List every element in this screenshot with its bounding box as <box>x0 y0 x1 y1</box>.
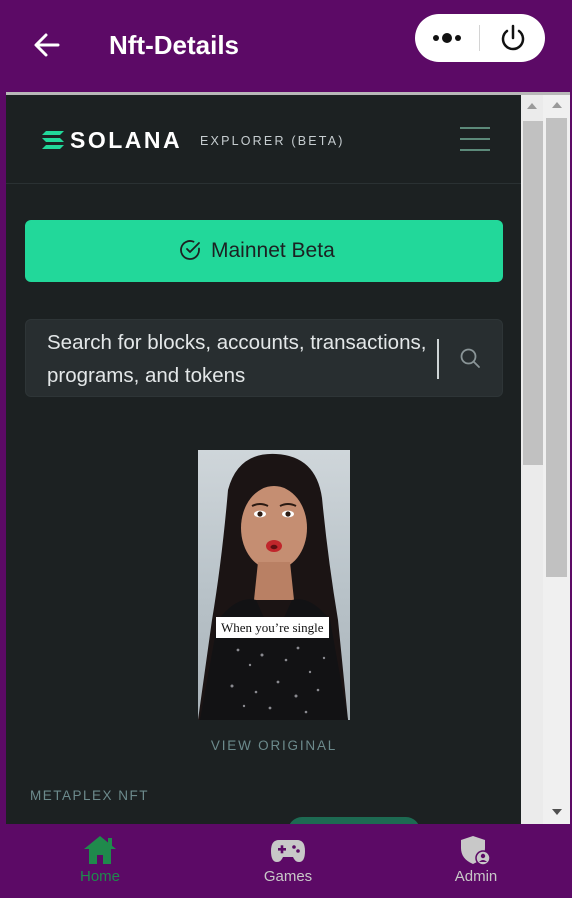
more-dots-icon <box>433 33 461 43</box>
scroll-up-arrow-icon[interactable] <box>527 103 537 109</box>
view-original-link[interactable]: VIEW ORIGINAL <box>6 738 542 753</box>
home-icon <box>84 836 116 864</box>
nft-portrait-illustration <box>198 450 350 720</box>
tab-games-label: Games <box>263 868 313 885</box>
search-input[interactable]: Search for blocks, accounts, transaction… <box>47 326 432 388</box>
bottom-tab-bar: Home Games Admin <box>0 824 572 898</box>
power-icon <box>501 24 525 51</box>
nft-image[interactable] <box>198 450 350 720</box>
page-title: Nft-Details <box>109 30 240 60</box>
tab-home[interactable]: Home <box>5 824 195 898</box>
cluster-label: Mainnet Beta <box>211 239 335 262</box>
solana-logo-icon <box>42 131 64 149</box>
inner-scrollbar[interactable] <box>521 95 543 824</box>
tab-admin[interactable]: Admin <box>381 824 571 898</box>
nft-caption: When you’re single <box>216 617 329 638</box>
search-icon[interactable] <box>459 347 481 369</box>
webview-content: SOLANA EXPLORER (BETA) Mainnet Beta Sear… <box>6 92 570 824</box>
power-button[interactable] <box>495 24 531 52</box>
hamburger-icon <box>460 138 490 140</box>
scroll-up-arrow-icon[interactable] <box>552 102 562 108</box>
scroll-down-arrow-icon[interactable] <box>552 809 562 815</box>
tab-home-label: Home <box>79 868 120 885</box>
gamepad-icon <box>271 840 305 862</box>
check-circle-icon <box>180 240 200 260</box>
capsule-menu <box>415 14 545 62</box>
back-button[interactable] <box>30 28 64 62</box>
search-cursor-divider <box>437 339 439 379</box>
solana-wordmark[interactable]: SOLANA <box>70 127 182 153</box>
more-button[interactable] <box>429 24 469 52</box>
explorer-beta-label: EXPLORER (BETA) <box>200 134 345 148</box>
capsule-divider <box>479 25 480 51</box>
hamburger-icon <box>460 149 490 151</box>
tab-admin-label: Admin <box>454 868 498 885</box>
nft-kicker: METAPLEX NFT <box>30 788 150 803</box>
app-root: Nft-Details SOLANA EXPLORER (BETA) Mainn… <box>0 0 572 898</box>
search-bar[interactable]: Search for blocks, accounts, transaction… <box>25 319 503 397</box>
tab-games[interactable]: Games <box>193 824 383 898</box>
inner-scrollbar-thumb[interactable] <box>523 121 543 465</box>
menu-button[interactable] <box>458 125 492 153</box>
explorer-navbar: SOLANA EXPLORER (BETA) <box>6 95 521 184</box>
outer-scrollbar[interactable] <box>543 95 570 824</box>
cluster-select-button[interactable]: Mainnet Beta <box>25 220 503 282</box>
nft-badge <box>288 817 420 824</box>
top-app-bar: Nft-Details <box>0 0 572 92</box>
arrow-left-icon <box>34 33 60 57</box>
admin-shield-icon <box>461 836 491 866</box>
outer-scrollbar-thumb[interactable] <box>546 118 567 577</box>
hamburger-icon <box>460 127 490 129</box>
